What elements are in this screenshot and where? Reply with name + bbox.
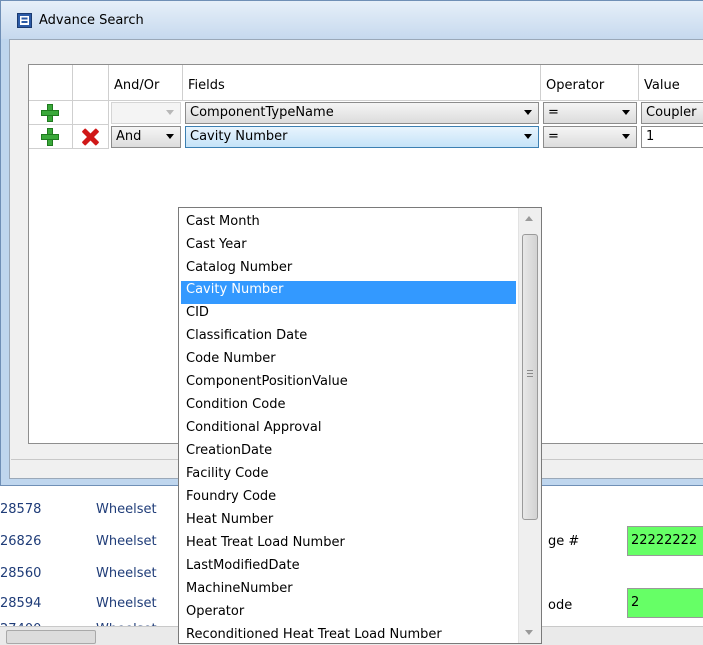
fields-dropdown-list[interactable]: Cast Month Cast Year Catalog Number Cavi… [178, 207, 542, 644]
dropdown-option[interactable]: Conditional Approval [181, 419, 516, 442]
dropdown-option[interactable]: Foundry Code [181, 488, 516, 511]
add-row-icon[interactable] [41, 128, 59, 146]
chevron-down-icon [622, 134, 630, 139]
column-header-andor[interactable]: And/Or [109, 65, 183, 101]
result-id: 28578 [0, 502, 42, 517]
dropdown-option[interactable]: CreationDate [181, 442, 516, 465]
value-input[interactable]: Coupler [641, 102, 703, 124]
field-value-input[interactable]: 2 [627, 588, 703, 618]
value-input[interactable]: 1 [641, 126, 703, 148]
result-id: 26826 [0, 534, 42, 549]
dropdown-option[interactable]: Classification Date [181, 327, 516, 350]
andor-select[interactable]: And [111, 126, 181, 148]
grid-cell [73, 101, 109, 125]
dropdown-option[interactable]: Catalog Number [181, 259, 516, 282]
result-type: Wheelset [96, 596, 157, 611]
field-label: ode [548, 598, 573, 613]
scroll-down-icon[interactable] [525, 630, 533, 635]
dropdown-option-selected[interactable]: Cavity Number [181, 281, 516, 304]
header-remove [73, 65, 109, 101]
result-type: Wheelset [96, 534, 157, 549]
chevron-down-icon [622, 110, 630, 115]
dropdown-option[interactable]: Cast Year [181, 236, 516, 259]
add-row-icon[interactable] [41, 104, 59, 122]
result-id: 28594 [0, 596, 42, 611]
app-icon [17, 13, 32, 28]
operator-select[interactable]: = [543, 126, 637, 148]
chevron-down-icon [524, 110, 532, 115]
scrollbar-thumb[interactable] [6, 630, 96, 644]
column-header-value[interactable]: Value [639, 65, 703, 101]
dropdown-option[interactable]: LastModifiedDate [181, 557, 516, 580]
dropdown-option[interactable]: Facility Code [181, 465, 516, 488]
result-id: 28560 [0, 566, 42, 581]
dropdown-option[interactable]: Operator [181, 603, 516, 626]
dropdown-option[interactable]: Reconditioned Heat Treat Load Number [181, 626, 516, 643]
dropdown-option[interactable]: Heat Treat Load Number [181, 534, 516, 557]
title-bar[interactable]: Advance Search [1, 1, 703, 39]
andor-select[interactable] [111, 102, 181, 124]
scroll-up-icon[interactable] [525, 216, 533, 221]
chevron-down-icon [166, 134, 174, 139]
column-header-fields[interactable]: Fields [183, 65, 541, 101]
dropdown-option[interactable]: Heat Number [181, 511, 516, 534]
window-title: Advance Search [39, 13, 144, 28]
result-type: Wheelset [96, 566, 157, 581]
field-value-input[interactable]: 22222222 [627, 526, 703, 556]
scrollbar-thumb[interactable] [522, 234, 538, 520]
field-select[interactable]: ComponentTypeName [185, 102, 539, 124]
remove-row-icon[interactable] [81, 128, 99, 146]
dropdown-option[interactable]: Code Number [181, 350, 516, 373]
column-header-operator[interactable]: Operator [541, 65, 639, 101]
field-select[interactable]: Cavity Number [185, 126, 539, 148]
dropdown-option[interactable]: CID [181, 304, 516, 327]
dropdown-scrollbar[interactable] [518, 208, 541, 643]
dropdown-option[interactable]: ComponentPositionValue [181, 373, 516, 396]
dropdown-option[interactable]: Condition Code [181, 396, 516, 419]
chevron-down-icon [166, 110, 174, 115]
dropdown-option[interactable]: MachineNumber [181, 580, 516, 603]
field-label: ge # [548, 534, 580, 549]
operator-select[interactable]: = [543, 102, 637, 124]
result-type: Wheelset [96, 502, 157, 517]
grip-icon [527, 370, 533, 378]
dropdown-option[interactable]: Cast Month [181, 213, 516, 236]
chevron-down-icon [524, 134, 532, 139]
header-add [29, 65, 73, 101]
